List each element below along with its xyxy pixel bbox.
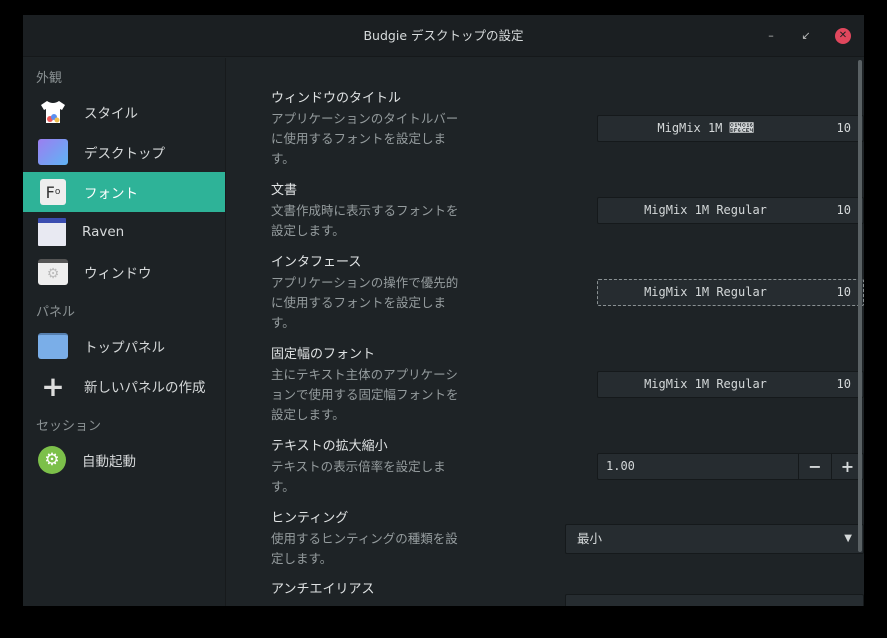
sidebar-item-windows[interactable]: ⚙ ウィンドウ — [23, 252, 225, 292]
sidebar-item-label: Raven — [82, 224, 125, 240]
desktop-icon — [38, 139, 68, 165]
document-font-button[interactable]: MigMix 1M Regular 10 — [597, 197, 864, 224]
decrease-button[interactable]: − — [798, 454, 831, 479]
sidebar-item-label: ウィンドウ — [84, 266, 152, 282]
title-bar: Budgie デスクトップの設定 – ↙ ✕ — [23, 15, 864, 57]
close-button[interactable]: ✕ — [835, 28, 851, 44]
setting-hinting: ヒンティング 使用するヒンティングの種類を設定します。 最小 ▼ — [271, 509, 864, 569]
sidebar-item-label: フォント — [84, 186, 138, 202]
font-icon: Fo — [40, 179, 66, 205]
tshirt-icon — [38, 99, 68, 125]
setting-document-font: 文書 文書作成時に表示するフォントを設定します。 MigMix 1M Regul… — [271, 181, 864, 241]
plus-icon: + — [41, 369, 65, 403]
sidebar-item-top-panel[interactable]: トップパネル — [23, 326, 225, 366]
font-size: 10 — [836, 285, 851, 299]
setting-description: アプリケーションの操作で優先的に使用するフォントを設定します。 — [271, 275, 459, 330]
text-scaling-spinbutton[interactable]: 1.00 − + — [597, 453, 864, 480]
panel-icon — [38, 333, 68, 359]
setting-antialiasing: アンチエイリアス — [271, 580, 864, 606]
sidebar-item-style[interactable]: スタイル — [23, 92, 225, 132]
setting-description: 主にテキスト主体のアプリケーションで使用する固定幅フォントを設定します。 — [271, 367, 459, 422]
hinting-dropdown[interactable]: 最小 ▼ — [565, 524, 864, 554]
sidebar-item-raven[interactable]: Raven — [23, 212, 225, 252]
section-panels: パネル — [36, 305, 76, 320]
setting-text-scaling: テキストの拡大縮小 テキストの表示倍率を設定します。 1.00 − + — [271, 437, 864, 497]
font-name: MigMix 1M Regular — [644, 377, 767, 391]
monospace-font-button[interactable]: MigMix 1M Regular 10 — [597, 371, 864, 398]
sidebar-item-label: トップパネル — [84, 340, 165, 356]
sidebar-item-label: 自動起動 — [82, 454, 136, 470]
setting-title: インタフェース — [271, 255, 362, 270]
font-name: MigMix 1M Regular — [644, 203, 767, 217]
sidebar-item-autostart[interactable]: ⚙ 自動起動 — [23, 440, 225, 480]
sidebar-item-label: 新しいパネルの作成 — [84, 380, 206, 396]
font-name: MigMix 1M 𔯶𖳤 — [657, 121, 754, 135]
setting-title: ウィンドウのタイトル — [271, 91, 402, 106]
setting-description: 使用するヒンティングの種類を設定します。 — [271, 531, 458, 566]
antialias-dropdown[interactable] — [565, 594, 864, 606]
font-size: 10 — [836, 377, 851, 391]
sidebar-item-create-panel[interactable]: + 新しいパネルの作成 — [23, 366, 225, 406]
sidebar: 外観 スタイル デスクトップ Fo フォント Raven ⚙ ウィンドウ パネル ト… — [23, 58, 226, 606]
window-title-font-button[interactable]: MigMix 1M 𔯶𖳤 10 — [597, 115, 864, 142]
restore-button[interactable]: ↙ — [798, 28, 814, 44]
minimize-button[interactable]: – — [763, 28, 779, 44]
setting-title: 固定幅のフォント — [271, 347, 376, 362]
sidebar-item-fonts[interactable]: Fo フォント — [23, 172, 225, 212]
setting-description: アプリケーションのタイトルバーに使用するフォントを設定します。 — [271, 111, 459, 166]
raven-icon — [38, 218, 66, 246]
chevron-down-icon: ▼ — [844, 533, 852, 544]
setting-interface-font: インタフェース アプリケーションの操作で優先的に使用するフォントを設定します。 … — [271, 253, 864, 333]
scrollbar[interactable] — [858, 60, 862, 552]
interface-font-button[interactable]: MigMix 1M Regular 10 — [597, 279, 864, 306]
section-session: セッション — [36, 419, 102, 434]
font-size: 10 — [836, 121, 851, 135]
sidebar-item-desktop[interactable]: デスクトップ — [23, 132, 225, 172]
font-settings-panel: ウィンドウのタイトル アプリケーションのタイトルバーに使用するフォントを設定しま… — [227, 58, 864, 606]
font-name: MigMix 1M Regular — [644, 285, 767, 299]
section-appearance: 外観 — [36, 71, 63, 86]
sidebar-item-label: デスクトップ — [84, 146, 165, 162]
setting-monospace-font: 固定幅のフォント 主にテキスト主体のアプリケーションで使用する固定幅フォントを設… — [271, 345, 864, 425]
setting-description: テキストの表示倍率を設定します。 — [271, 459, 446, 494]
font-size: 10 — [836, 203, 851, 217]
scaling-value[interactable]: 1.00 — [606, 454, 635, 479]
window-title: Budgie デスクトップの設定 — [363, 28, 524, 43]
sidebar-item-label: スタイル — [84, 106, 138, 122]
setting-description: 文書作成時に表示するフォントを設定します。 — [271, 203, 459, 238]
autostart-gear-icon: ⚙ — [38, 446, 66, 474]
hinting-value: 最小 — [577, 531, 603, 546]
settings-window: Budgie デスクトップの設定 – ↙ ✕ 外観 スタイル デスクトップ Fo… — [23, 15, 864, 606]
window-icon: ⚙ — [38, 259, 68, 285]
setting-window-title-font: ウィンドウのタイトル アプリケーションのタイトルバーに使用するフォントを設定しま… — [271, 89, 864, 169]
